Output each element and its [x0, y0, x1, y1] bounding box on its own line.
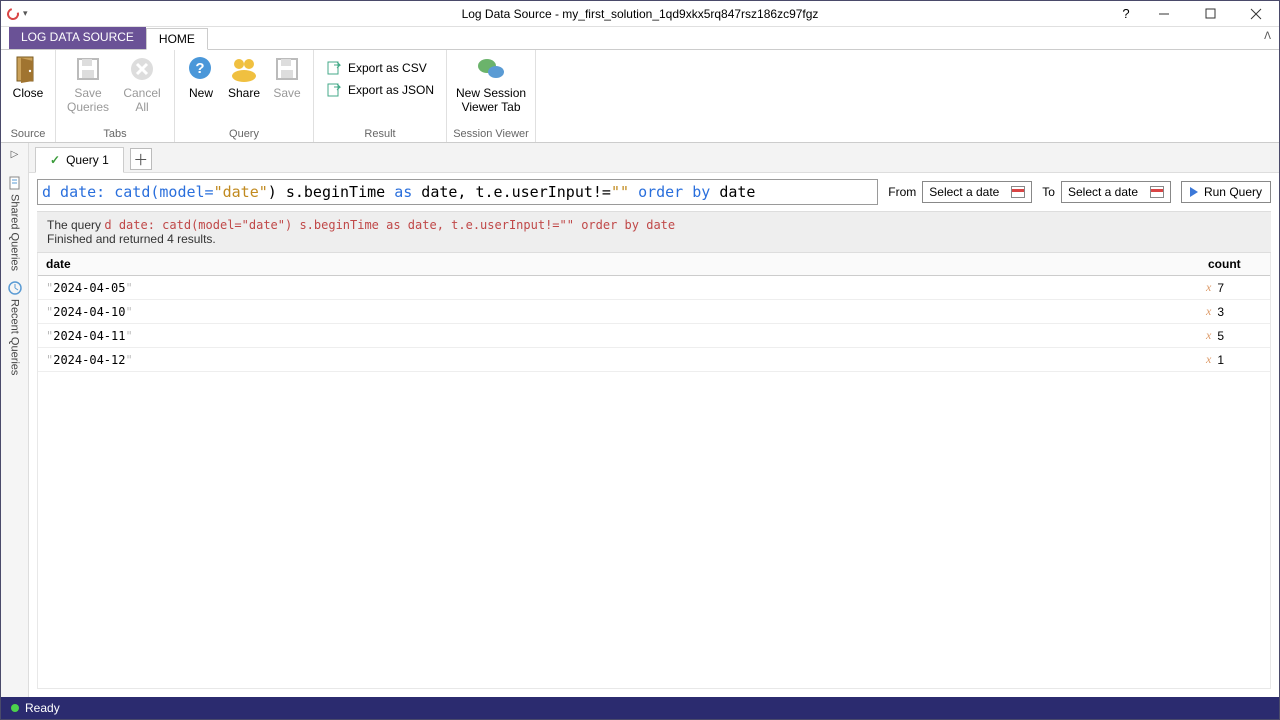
ribbon-group-result: Export as CSV Export as JSON Result [314, 50, 447, 142]
body: ▷ Shared Queries Recent Queries ✓ Query … [1, 143, 1279, 697]
clock-icon [8, 281, 22, 295]
cell-date: "2024-04-11" [38, 325, 1200, 347]
new-query-button[interactable]: ? New [181, 52, 221, 101]
cell-date: "2024-04-12" [38, 349, 1200, 371]
export-icon [326, 82, 342, 98]
share-query-button[interactable]: Share [223, 52, 265, 101]
ribbon-group-tabs: Save Queries Cancel All Tabs [56, 50, 175, 142]
cell-count: x5 [1200, 324, 1270, 347]
to-label: To [1042, 185, 1055, 199]
recent-queries-panel-tab[interactable]: Recent Queries [8, 281, 22, 375]
check-icon: ✓ [50, 153, 60, 167]
qat-dropdown-icon[interactable]: ▾ [23, 8, 28, 19]
ribbon-tab-strip: LOG DATA SOURCE HOME ᐱ [1, 27, 1279, 49]
cell-count: x3 [1200, 300, 1270, 323]
tab-home[interactable]: HOME [146, 28, 208, 50]
to-date-field: To Select a date [1042, 181, 1171, 203]
document-icon [8, 176, 22, 190]
table-row[interactable]: "2024-04-10"x3 [38, 300, 1270, 324]
title-bar: ▾ Log Data Source - my_first_solution_1q… [1, 1, 1279, 27]
export-json-button[interactable]: Export as JSON [320, 80, 440, 100]
query-input[interactable]: d date: catd(model="date") s.beginTime a… [37, 179, 878, 205]
calendar-icon [1011, 186, 1025, 198]
help-button[interactable]: ? [1111, 1, 1141, 26]
table-row[interactable]: "2024-04-11"x5 [38, 324, 1270, 348]
query-tab-label: Query 1 [66, 153, 109, 167]
cancel-icon [127, 54, 157, 84]
run-query-button[interactable]: Run Query [1181, 181, 1271, 203]
collapse-ribbon-icon[interactable]: ᐱ [1264, 31, 1271, 42]
close-label: Close [13, 87, 44, 101]
cell-count: x7 [1200, 276, 1270, 299]
to-date-picker[interactable]: Select a date [1061, 181, 1171, 203]
window-title: Log Data Source - my_first_solution_1qd9… [462, 7, 819, 21]
side-rail: ▷ Shared Queries Recent Queries [1, 143, 29, 697]
status-bar: Ready [1, 697, 1279, 719]
cell-date: "2024-04-10" [38, 301, 1200, 323]
close-button[interactable] [1233, 1, 1279, 26]
app-icon [5, 5, 21, 21]
query-tab-strip: ✓ Query 1 ＋ [29, 143, 1279, 173]
door-exit-icon [13, 54, 43, 84]
ribbon-group-session-viewer: New Session Viewer Tab Session Viewer [447, 50, 536, 142]
col-count-header[interactable]: count [1200, 253, 1270, 275]
x-icon: x [1206, 352, 1211, 367]
calendar-icon [1150, 186, 1164, 198]
cell-count: x1 [1200, 348, 1270, 371]
expand-rail-icon[interactable]: ▷ [11, 149, 19, 160]
export-icon [326, 60, 342, 76]
shared-queries-panel-tab[interactable]: Shared Queries [8, 176, 22, 271]
maximize-button[interactable] [1187, 1, 1233, 26]
save-queries-button[interactable]: Save Queries [62, 52, 114, 115]
save-icon [272, 54, 302, 84]
ribbon-group-query: ? New Share Save Query [175, 50, 314, 142]
x-icon: x [1206, 280, 1211, 295]
add-query-tab-button[interactable]: ＋ [130, 148, 152, 170]
query-echo: d date: catd(model="date") s.beginTime a… [104, 218, 675, 232]
query-tab-1[interactable]: ✓ Query 1 [35, 147, 124, 173]
query-bar: d date: catd(model="date") s.beginTime a… [29, 173, 1279, 211]
minimize-button[interactable] [1141, 1, 1187, 26]
from-date-field: From Select a date [888, 181, 1032, 203]
x-icon: x [1206, 328, 1211, 343]
people-icon [229, 54, 259, 84]
query-message-band: The query d date: catd(model="date") s.b… [37, 211, 1271, 253]
ribbon: Close Source Save Queries Cancel All Tab… [1, 49, 1279, 143]
ribbon-group-source: Close Source [1, 50, 56, 142]
save-icon [73, 54, 103, 84]
from-date-picker[interactable]: Select a date [922, 181, 1032, 203]
close-source-button[interactable]: Close [7, 52, 49, 101]
chat-bubbles-icon [476, 54, 506, 84]
x-icon: x [1206, 304, 1211, 319]
svg-text:?: ? [195, 60, 204, 77]
group-label: Source [1, 127, 55, 142]
main-area: ✓ Query 1 ＋ d date: catd(model="date") s… [29, 143, 1279, 697]
table-row[interactable]: "2024-04-05"x7 [38, 276, 1270, 300]
cancel-all-button[interactable]: Cancel All [116, 52, 168, 115]
table-header: date count [38, 253, 1270, 276]
cell-date: "2024-04-05" [38, 277, 1200, 299]
from-label: From [888, 185, 916, 199]
save-query-button[interactable]: Save [267, 52, 307, 101]
play-icon [1190, 187, 1198, 197]
quick-access-toolbar: ▾ [1, 8, 28, 20]
question-bubble-icon: ? [186, 54, 216, 84]
results-table: date count "2024-04-05"x7"2024-04-10"x3"… [37, 253, 1271, 689]
col-date-header[interactable]: date [38, 253, 1200, 275]
export-csv-button[interactable]: Export as CSV [320, 58, 440, 78]
tab-log-data-source[interactable]: LOG DATA SOURCE [9, 27, 146, 49]
window-buttons: ? [1111, 1, 1279, 26]
new-session-viewer-tab-button[interactable]: New Session Viewer Tab [453, 52, 529, 115]
status-text: Ready [25, 701, 60, 715]
query-status-line: Finished and returned 4 results. [47, 232, 1261, 246]
table-row[interactable]: "2024-04-12"x1 [38, 348, 1270, 372]
status-indicator-icon [11, 704, 19, 712]
